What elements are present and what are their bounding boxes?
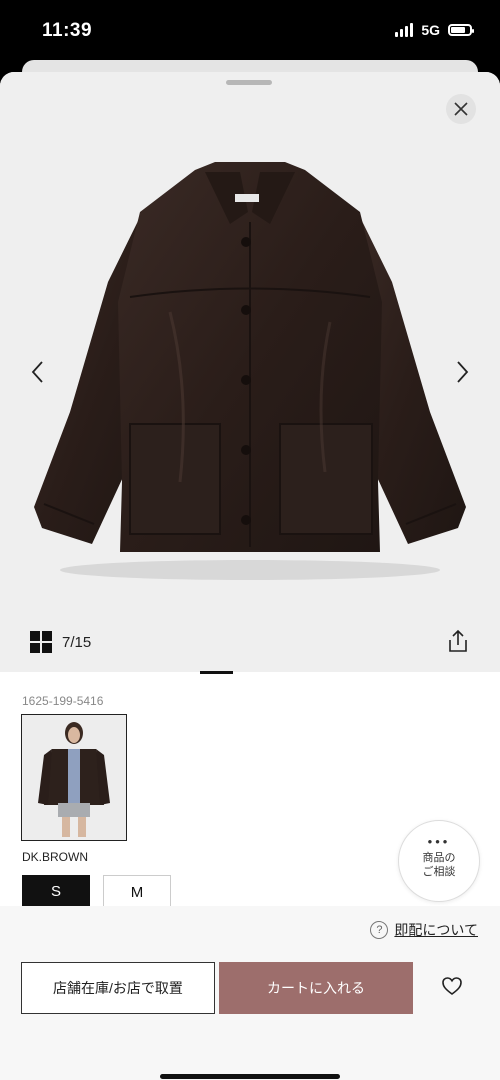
add-to-cart-button[interactable]: カートに入れる bbox=[219, 962, 413, 1014]
sheet-grabber[interactable] bbox=[226, 80, 272, 85]
battery-icon bbox=[448, 24, 474, 36]
product-sku: 1625-199-5416 bbox=[22, 694, 104, 708]
slide-position-indicator bbox=[200, 671, 233, 674]
status-bar: 11:39 5G bbox=[0, 0, 500, 60]
heart-icon bbox=[442, 977, 462, 995]
product-image bbox=[34, 162, 466, 580]
grid-icon[interactable] bbox=[30, 631, 52, 653]
delivery-info[interactable]: ? 即配について bbox=[370, 920, 478, 940]
product-sheet: 7/15 1625-199-5416 DK.BROWN S M ••• 商品の bbox=[0, 72, 500, 1080]
signal-icon bbox=[395, 23, 414, 37]
share-button[interactable] bbox=[446, 628, 470, 659]
help-icon: ? bbox=[370, 921, 389, 939]
purchase-bar: ? 即配について 店舗在庫/お店で取置 カートに入れる bbox=[0, 906, 500, 1080]
close-icon bbox=[454, 102, 468, 116]
color-swatch-thumbnail[interactable] bbox=[21, 714, 127, 841]
consult-label-line1: 商品の bbox=[422, 852, 456, 864]
store-stock-button[interactable]: 店舗在庫/お店で取置 bbox=[21, 962, 215, 1014]
network-label: 5G bbox=[421, 22, 440, 38]
share-icon bbox=[449, 629, 467, 652]
image-counter: 7/15 bbox=[62, 634, 92, 651]
favorite-button[interactable] bbox=[441, 976, 463, 1001]
consult-button[interactable]: ••• 商品の ご相談 bbox=[398, 820, 480, 902]
delivery-info-link[interactable]: 即配について bbox=[394, 920, 478, 940]
model-photo bbox=[22, 715, 126, 840]
close-button[interactable] bbox=[446, 94, 476, 124]
home-indicator[interactable] bbox=[160, 1074, 340, 1079]
consult-label-line2: ご相談 bbox=[422, 866, 456, 878]
status-time: 11:39 bbox=[42, 20, 93, 41]
color-name: DK.BROWN bbox=[22, 850, 88, 864]
product-gallery[interactable]: 7/15 bbox=[0, 72, 500, 674]
more-dots-icon: ••• bbox=[427, 834, 451, 849]
status-indicators: 5G bbox=[395, 22, 474, 38]
